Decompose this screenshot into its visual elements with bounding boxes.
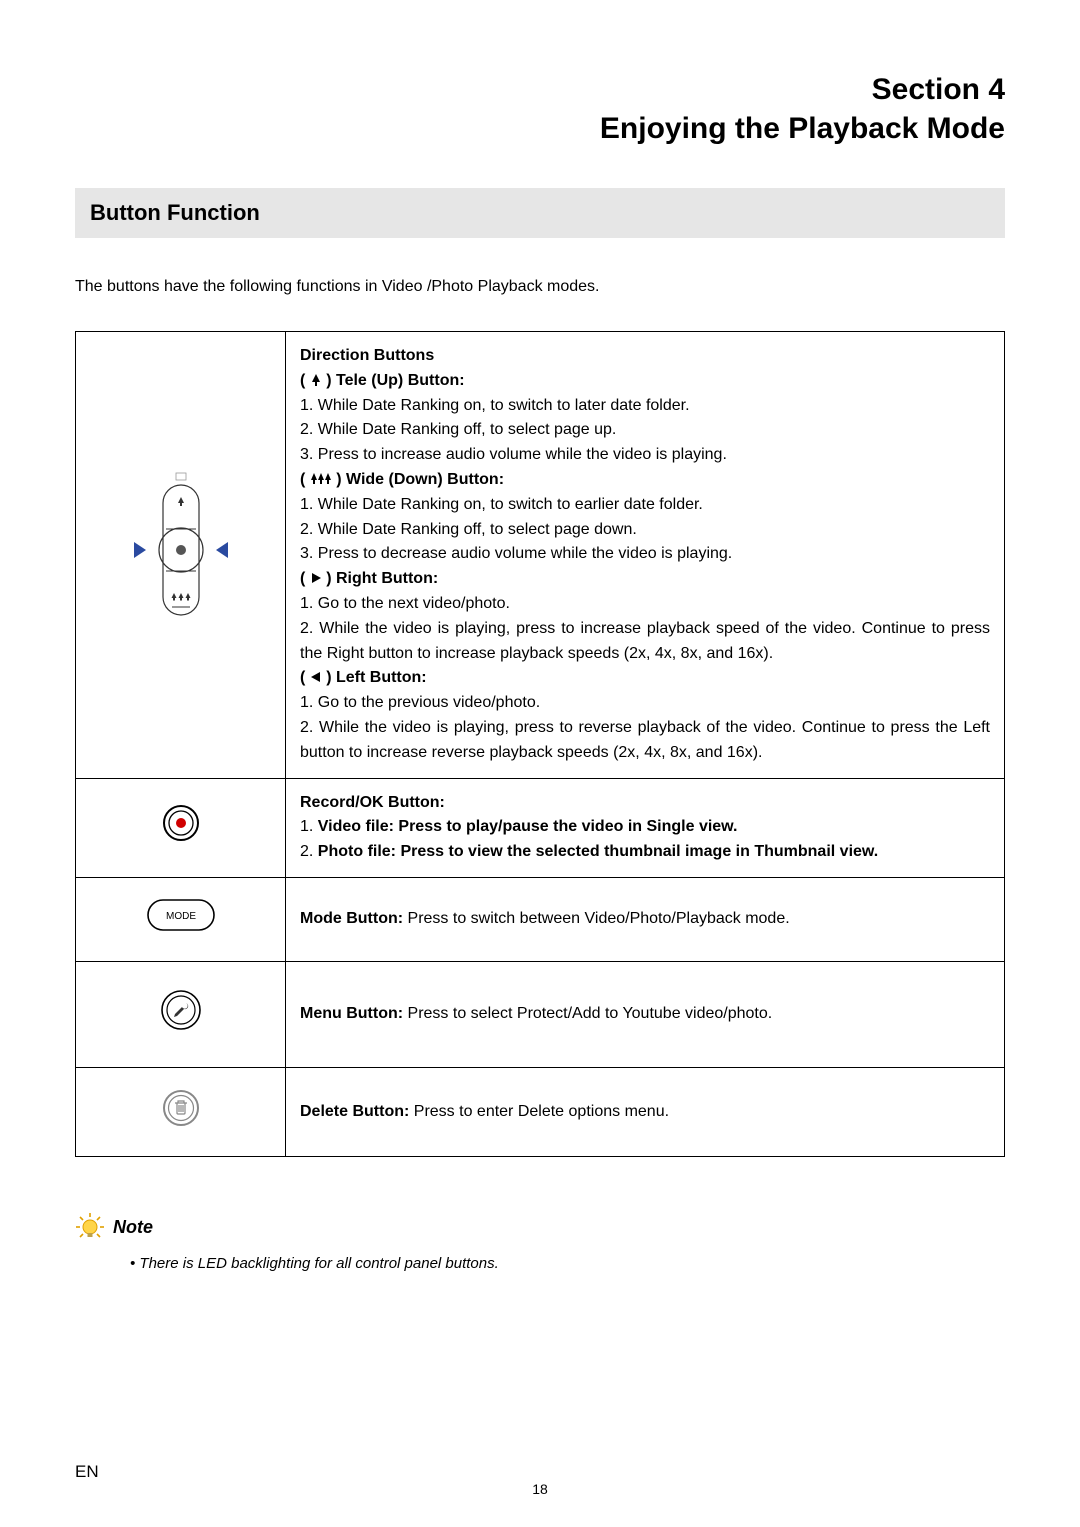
right-heading: ( ) Right Button: [300,567,990,592]
delete-icon-cell [76,1067,286,1157]
delete-description: Delete Button: Press to enter Delete opt… [286,1067,1005,1157]
wide-item-1: 1. While Date Ranking on, to switch to e… [300,493,990,518]
record-description: Record/OK Button: 1. Video file: Press t… [286,778,1005,877]
left-item-2: 2. While the video is playing, press to … [300,716,990,766]
menu-icon-cell [76,961,286,1067]
record-heading: Record/OK Button: [300,791,990,816]
menu-description: Menu Button: Press to select Protect/Add… [286,961,1005,1067]
right-item-2: 2. While the video is playing, press to … [300,617,990,667]
button-function-table: Direction Buttons ( ) Tele (Up) Button: … [75,331,1005,1157]
record-line-1: 1. Video file: Press to play/pause the v… [300,815,990,840]
section-heading: Section 4 Enjoying the Playback Mode [75,70,1005,148]
direction-heading: Direction Buttons [300,344,990,369]
left-item-1: 1. Go to the previous video/photo. [300,691,990,716]
right-item-1: 1. Go to the next video/photo. [300,592,990,617]
right-triangle-icon [310,571,322,585]
tele-item-3: 3. Press to increase audio volume while … [300,443,990,468]
record-ok-icon-cell [76,778,286,877]
table-row: Menu Button: Press to select Protect/Add… [76,961,1005,1067]
section-title: Enjoying the Playback Mode [600,112,1005,145]
intro-text: The buttons have the following functions… [75,278,1005,296]
mode-description: Mode Button: Press to switch between Vid… [286,877,1005,961]
footer-page-number: 18 [532,1481,548,1497]
svg-text:MODE: MODE [166,911,196,922]
delete-button-icon [161,1088,201,1128]
wide-item-3: 3. Press to decrease audio volume while … [300,542,990,567]
tele-item-1: 1. While Date Ranking on, to switch to l… [300,394,990,419]
sub-heading: Button Function [75,188,1005,238]
table-row: Delete Button: Press to enter Delete opt… [76,1067,1005,1157]
table-row: Record/OK Button: 1. Video file: Press t… [76,778,1005,877]
record-ok-icon [161,803,201,843]
note-block: Note • There is LED backlighting for all… [75,1212,1005,1272]
left-heading: ( ) Left Button: [300,666,990,691]
lightbulb-icon [75,1212,105,1242]
record-line-2: 2. Photo file: Press to view the selecte… [300,840,990,865]
mode-button-icon: MODE [146,898,216,932]
direction-description: Direction Buttons ( ) Tele (Up) Button: … [286,332,1005,779]
tele-heading: ( ) Tele (Up) Button: [300,369,990,394]
note-bullet: • There is LED backlighting for all cont… [130,1255,1005,1272]
three-trees-icon [310,472,332,486]
direction-pad-illustration [76,332,286,779]
menu-button-icon [159,988,203,1032]
tele-item-2: 2. While Date Ranking off, to select pag… [300,418,990,443]
wide-heading: ( ) Wide (Down) Button: [300,468,990,493]
mode-icon-cell: MODE [76,877,286,961]
footer-language: EN [75,1462,99,1482]
dpad-icon [116,465,246,635]
wide-item-2: 2. While Date Ranking off, to select pag… [300,518,990,543]
note-title: Note [75,1212,153,1242]
note-label: Note [113,1217,153,1238]
section-number: Section 4 [872,73,1005,106]
table-row: Direction Buttons ( ) Tele (Up) Button: … [76,332,1005,779]
left-triangle-icon [310,670,322,684]
single-tree-icon [310,373,322,387]
table-row: MODE Mode Button: Press to switch betwee… [76,877,1005,961]
